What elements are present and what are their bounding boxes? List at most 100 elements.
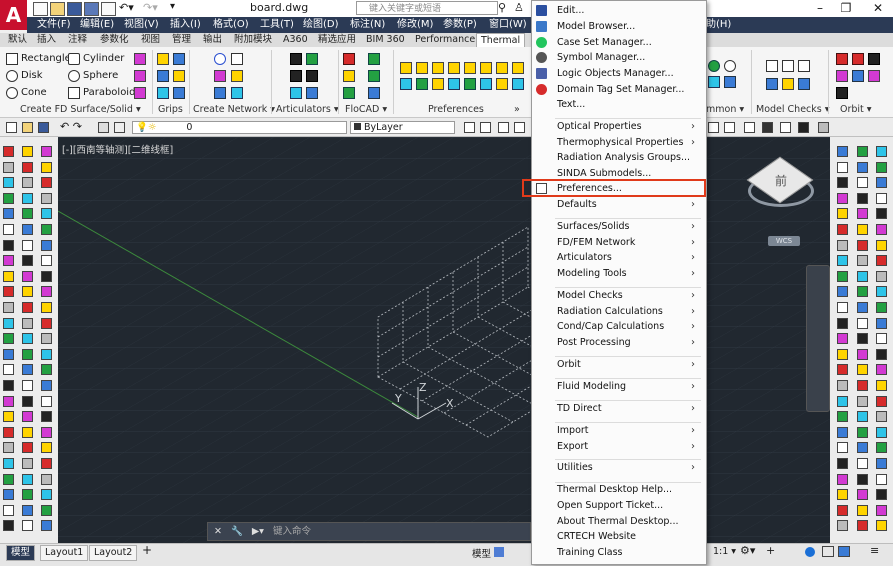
qnew-icon[interactable] bbox=[6, 122, 17, 133]
left-col1-tool-7-icon[interactable] bbox=[3, 239, 14, 251]
view-tool-6-icon[interactable] bbox=[798, 122, 809, 133]
menu-item-model-browser[interactable]: Model Browser... bbox=[531, 19, 705, 34]
tab-addins[interactable]: 附加模块 bbox=[234, 33, 272, 47]
fd-tool-1-icon[interactable] bbox=[134, 53, 146, 65]
tab-thermal[interactable]: Thermal bbox=[476, 33, 526, 48]
orbit-6-icon[interactable] bbox=[868, 70, 880, 82]
left-col1-tool-3-icon[interactable] bbox=[3, 177, 14, 189]
layer-dropdown[interactable]: 💡☼ 0 bbox=[132, 121, 347, 134]
right-col2-tool-22-icon[interactable] bbox=[857, 473, 868, 485]
flocad-group-label[interactable]: FloCAD ▾ bbox=[345, 104, 387, 116]
redo-icon[interactable]: ↷▾ bbox=[143, 1, 158, 14]
grip-tool-2-icon[interactable] bbox=[173, 53, 185, 65]
flocad-4-icon[interactable] bbox=[368, 70, 380, 82]
undo-small-icon[interactable]: ↶ ↷ bbox=[60, 120, 82, 133]
left-col1-tool-14-icon[interactable] bbox=[3, 348, 14, 360]
save-small-icon[interactable] bbox=[38, 122, 49, 133]
menu-modify[interactable]: 修改(M) bbox=[397, 17, 433, 33]
menu-item-defaults[interactable]: Defaults › bbox=[531, 197, 705, 212]
right-col2-tool-20-icon[interactable] bbox=[857, 442, 868, 454]
articulators-group-label[interactable]: Articulators ▾ bbox=[276, 104, 339, 116]
left-col1-tool-13-icon[interactable] bbox=[3, 333, 14, 345]
right-col1-tool-15-icon[interactable] bbox=[837, 364, 848, 376]
orbit-7-icon[interactable] bbox=[836, 87, 848, 99]
left-col3-tool-17-icon[interactable] bbox=[41, 395, 52, 407]
common-tool-4-icon[interactable] bbox=[724, 76, 736, 88]
left-col3-tool-25-icon[interactable] bbox=[41, 520, 52, 532]
articulator-1-icon[interactable] bbox=[290, 53, 302, 65]
left-col1-tool-24-icon[interactable] bbox=[3, 504, 14, 516]
customization-menu-icon[interactable]: ≡ bbox=[870, 544, 879, 557]
right-col1-tool-11-icon[interactable] bbox=[837, 302, 848, 313]
left-col3-tool-2-icon[interactable] bbox=[41, 161, 52, 173]
menu-item-radiation-analysis-groups[interactable]: Radiation Analysis Groups... bbox=[531, 150, 705, 165]
pref-2-icon[interactable] bbox=[416, 62, 428, 74]
left-col1-tool-6-icon[interactable] bbox=[3, 224, 14, 235]
menu-item-post-processing[interactable]: Post Processing › bbox=[531, 335, 705, 350]
pref-14-icon[interactable] bbox=[480, 78, 492, 90]
right-col3-tool-24-icon[interactable] bbox=[876, 504, 887, 516]
pref-16-icon[interactable] bbox=[512, 78, 524, 90]
left-col3-tool-15-icon[interactable] bbox=[41, 364, 52, 376]
right-col3-tool-18-icon[interactable] bbox=[876, 411, 887, 423]
right-col1-tool-4-icon[interactable] bbox=[837, 192, 848, 204]
menu-item-articulators[interactable]: Articulators › bbox=[531, 250, 705, 265]
right-col3-tool-19-icon[interactable] bbox=[876, 426, 887, 438]
print-icon[interactable] bbox=[101, 2, 116, 16]
right-col3-tool-23-icon[interactable] bbox=[876, 489, 887, 501]
orbit-3-icon[interactable] bbox=[868, 53, 880, 65]
pref-15-icon[interactable] bbox=[496, 78, 508, 90]
left-col3-tool-9-icon[interactable] bbox=[41, 270, 52, 282]
right-col2-tool-8-icon[interactable] bbox=[857, 255, 868, 267]
pref-11-icon[interactable] bbox=[432, 78, 444, 90]
left-col2-tool-24-icon[interactable] bbox=[22, 504, 33, 516]
pref-10-icon[interactable] bbox=[416, 78, 428, 90]
right-col2-tool-9-icon[interactable] bbox=[857, 270, 868, 282]
left-col3-tool-5-icon[interactable] bbox=[41, 208, 52, 220]
left-col2-tool-22-icon[interactable] bbox=[22, 473, 33, 485]
tab-view[interactable]: 视图 bbox=[141, 33, 160, 47]
grip-tool-1-icon[interactable] bbox=[157, 53, 169, 65]
left-col3-tool-11-icon[interactable] bbox=[41, 302, 52, 313]
model-check-3-icon[interactable] bbox=[798, 60, 810, 72]
tab-model[interactable]: 模型 bbox=[6, 545, 36, 561]
right-col2-tool-17-icon[interactable] bbox=[857, 395, 868, 407]
left-col1-tool-1-icon[interactable] bbox=[3, 146, 14, 157]
left-col3-tool-1-icon[interactable] bbox=[41, 146, 52, 157]
right-col3-tool-25-icon[interactable] bbox=[876, 520, 887, 532]
right-col1-tool-3-icon[interactable] bbox=[837, 177, 848, 189]
articulator-5-icon[interactable] bbox=[290, 87, 302, 99]
left-col1-tool-18-icon[interactable] bbox=[3, 411, 14, 423]
right-col2-tool-10-icon[interactable] bbox=[857, 286, 868, 298]
left-col3-tool-7-icon[interactable] bbox=[41, 239, 52, 251]
right-col2-tool-18-icon[interactable] bbox=[857, 411, 868, 423]
right-col3-tool-17-icon[interactable] bbox=[876, 395, 887, 407]
command-input[interactable]: 键入命令 bbox=[273, 526, 311, 537]
left-col3-tool-13-icon[interactable] bbox=[41, 333, 52, 345]
cone-button[interactable]: Cone bbox=[21, 86, 47, 100]
minimize-button[interactable]: – bbox=[808, 1, 832, 15]
left-col3-tool-14-icon[interactable] bbox=[41, 348, 52, 360]
view-tool-3-icon[interactable] bbox=[744, 122, 755, 133]
fd-surface-group-label[interactable]: Create FD Surface/Solid ▾ bbox=[20, 104, 141, 116]
right-col3-tool-16-icon[interactable] bbox=[876, 380, 887, 391]
pan-icon[interactable] bbox=[514, 122, 525, 133]
right-col2-tool-12-icon[interactable] bbox=[857, 317, 868, 329]
tab-parametric[interactable]: 参数化 bbox=[100, 33, 129, 47]
drawing-canvas[interactable] bbox=[58, 137, 830, 543]
left-col2-tool-6-icon[interactable] bbox=[22, 224, 33, 235]
right-col2-tool-19-icon[interactable] bbox=[857, 426, 868, 438]
linetype-dropdown[interactable]: ByLayer bbox=[350, 121, 455, 134]
grid-toggle-icon[interactable] bbox=[494, 547, 504, 557]
orbit-4-icon[interactable] bbox=[836, 70, 848, 82]
left-col2-tool-13-icon[interactable] bbox=[22, 333, 33, 345]
left-col1-tool-4-icon[interactable] bbox=[3, 192, 14, 204]
right-col1-tool-1-icon[interactable] bbox=[837, 146, 848, 157]
right-col3-tool-11-icon[interactable] bbox=[876, 302, 887, 313]
left-col2-tool-9-icon[interactable] bbox=[22, 270, 33, 282]
menu-item-surfaces-solids[interactable]: Surfaces/Solids › bbox=[531, 219, 705, 234]
node-icon[interactable] bbox=[214, 53, 226, 65]
flocad-2-icon[interactable] bbox=[368, 53, 380, 65]
right-col3-tool-8-icon[interactable] bbox=[876, 255, 887, 267]
right-col1-tool-13-icon[interactable] bbox=[837, 333, 848, 345]
